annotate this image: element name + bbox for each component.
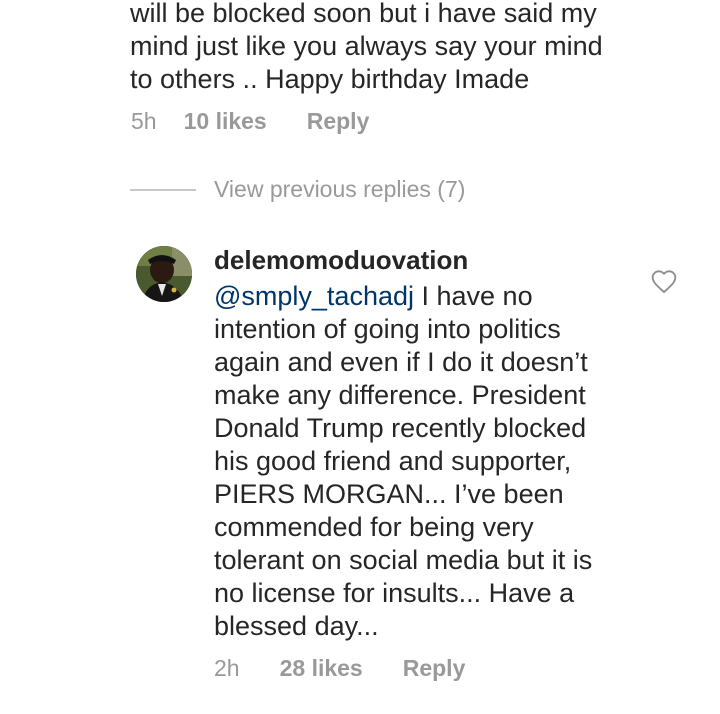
thread-divider-line xyxy=(130,188,196,191)
comment-username[interactable]: delemomoduovation xyxy=(214,245,468,276)
comment-timestamp: 2h xyxy=(214,655,240,681)
view-previous-replies[interactable]: View previous replies (7) xyxy=(130,176,465,203)
likes-count-button[interactable]: 10 likes xyxy=(184,108,267,135)
comment-body: I have no intention of going into politi… xyxy=(214,281,593,641)
reply-button[interactable]: Reply xyxy=(403,655,466,682)
comment-meta: 2h 28 likes Reply xyxy=(214,655,465,682)
mention-link[interactable]: @smply_tachadj xyxy=(214,281,414,311)
comment-meta: 5h 10 likes Reply xyxy=(131,108,369,135)
heart-outline-icon[interactable] xyxy=(650,268,678,294)
reply-button[interactable]: Reply xyxy=(307,108,370,135)
view-previous-replies-label[interactable]: View previous replies (7) xyxy=(214,176,465,203)
comment-text: will be blocked soon but i have said my … xyxy=(130,0,603,94)
comment-text: @smply_tachadj I have no intention of go… xyxy=(214,280,634,643)
likes-count-button[interactable]: 28 likes xyxy=(280,655,363,682)
avatar[interactable] xyxy=(136,246,192,302)
comment-timestamp: 5h xyxy=(131,108,157,134)
